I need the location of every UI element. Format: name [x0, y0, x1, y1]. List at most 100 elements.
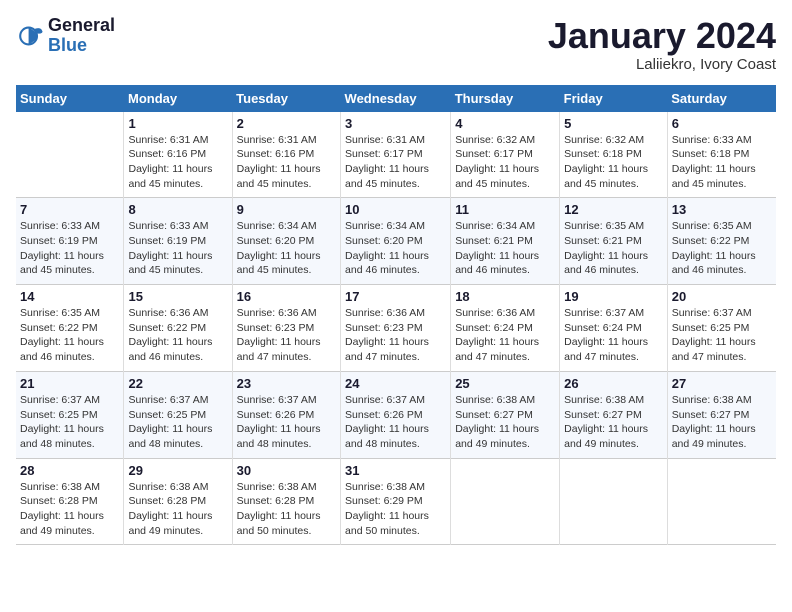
- day-number: 2: [237, 116, 336, 131]
- logo-text: General Blue: [48, 16, 115, 56]
- day-info: Sunrise: 6:37 AMSunset: 6:24 PMDaylight:…: [564, 306, 663, 365]
- day-number: 3: [345, 116, 446, 131]
- day-info: Sunrise: 6:32 AMSunset: 6:17 PMDaylight:…: [455, 133, 555, 192]
- page-header: General Blue January 2024 Laliiekro, Ivo…: [16, 16, 776, 73]
- day-number: 15: [128, 289, 227, 304]
- weekday-header-friday: Friday: [560, 85, 668, 112]
- weekday-header-row: SundayMondayTuesdayWednesdayThursdayFrid…: [16, 85, 776, 112]
- day-number: 12: [564, 202, 663, 217]
- calendar-cell: 11 Sunrise: 6:34 AMSunset: 6:21 PMDayligh…: [451, 198, 560, 285]
- day-info: Sunrise: 6:31 AMSunset: 6:16 PMDaylight:…: [237, 133, 336, 192]
- calendar-cell: 21Sunrise: 6:37 AMSunset: 6:25 PMDayligh…: [16, 371, 124, 458]
- calendar-cell: 30 Sunrise: 6:38 AMSunset: 6:28 PMDayligh…: [232, 458, 340, 545]
- calendar-cell: [560, 458, 668, 545]
- calendar-cell: 29Sunrise: 6:38 AMSunset: 6:28 PMDayligh…: [124, 458, 232, 545]
- calendar-cell: 9Sunrise: 6:34 AMSunset: 6:20 PMDaylight…: [232, 198, 340, 285]
- day-info: Sunrise: 6:33 AMSunset: 6:19 PMDaylight:…: [128, 219, 227, 278]
- calendar-cell: 12 Sunrise: 6:35 AMSunset: 6:21 PMDayligh…: [560, 198, 668, 285]
- calendar-cell: 28 Sunrise: 6:38 AMSunset: 6:28 PMDayligh…: [16, 458, 124, 545]
- weekday-header-sunday: Sunday: [16, 85, 124, 112]
- calendar-cell: 26 Sunrise: 6:38 AMSunset: 6:27 PMDayligh…: [560, 371, 668, 458]
- title-block: January 2024 Laliiekro, Ivory Coast: [548, 16, 776, 73]
- calendar-cell: [667, 458, 776, 545]
- day-info: Sunrise: 6:37 AMSunset: 6:25 PMDaylight:…: [20, 393, 119, 452]
- day-info: Sunrise: 6:36 AMSunset: 6:24 PMDaylight:…: [455, 306, 555, 365]
- calendar-cell: 5 Sunrise: 6:32 AMSunset: 6:18 PMDaylight…: [560, 112, 668, 198]
- day-info: Sunrise: 6:38 AMSunset: 6:27 PMDaylight:…: [564, 393, 663, 452]
- calendar-week-row: 1 Sunrise: 6:31 AMSunset: 6:16 PMDaylight…: [16, 112, 776, 198]
- day-info: Sunrise: 6:37 AMSunset: 6:26 PMDaylight:…: [237, 393, 336, 452]
- day-info: Sunrise: 6:33 AMSunset: 6:19 PMDaylight:…: [20, 219, 119, 278]
- day-number: 23: [237, 376, 336, 391]
- day-info: Sunrise: 6:36 AMSunset: 6:23 PMDaylight:…: [345, 306, 446, 365]
- day-number: 29: [128, 463, 227, 478]
- day-info: Sunrise: 6:31 AMSunset: 6:17 PMDaylight:…: [345, 133, 446, 192]
- day-info: Sunrise: 6:34 AMSunset: 6:20 PMDaylight:…: [237, 219, 336, 278]
- calendar-week-row: 14 Sunrise: 6:35 AMSunset: 6:22 PMDayligh…: [16, 285, 776, 372]
- calendar-cell: 1Sunrise: 6:31 AMSunset: 6:16 PMDaylight…: [124, 112, 232, 198]
- day-number: 30: [237, 463, 336, 478]
- weekday-header-saturday: Saturday: [667, 85, 776, 112]
- calendar-cell: 4 Sunrise: 6:32 AMSunset: 6:17 PMDaylight…: [451, 112, 560, 198]
- logo-line1: General: [48, 16, 115, 36]
- calendar-week-row: 7Sunrise: 6:33 AMSunset: 6:19 PMDaylight…: [16, 198, 776, 285]
- weekday-header-thursday: Thursday: [451, 85, 560, 112]
- calendar-cell: 8Sunrise: 6:33 AMSunset: 6:19 PMDaylight…: [124, 198, 232, 285]
- day-number: 22: [128, 376, 227, 391]
- calendar-cell: 23 Sunrise: 6:37 AMSunset: 6:26 PMDayligh…: [232, 371, 340, 458]
- day-number: 14: [20, 289, 119, 304]
- calendar-cell: 7Sunrise: 6:33 AMSunset: 6:19 PMDaylight…: [16, 198, 124, 285]
- calendar-cell: 3 Sunrise: 6:31 AMSunset: 6:17 PMDaylight…: [341, 112, 451, 198]
- day-info: Sunrise: 6:35 AMSunset: 6:22 PMDaylight:…: [672, 219, 772, 278]
- calendar-week-row: 28 Sunrise: 6:38 AMSunset: 6:28 PMDayligh…: [16, 458, 776, 545]
- day-info: Sunrise: 6:37 AMSunset: 6:25 PMDaylight:…: [672, 306, 772, 365]
- day-number: 18: [455, 289, 555, 304]
- calendar-cell: 31Sunrise: 6:38 AMSunset: 6:29 PMDayligh…: [341, 458, 451, 545]
- day-number: 10: [345, 202, 446, 217]
- calendar-subtitle: Laliiekro, Ivory Coast: [548, 56, 776, 73]
- day-info: Sunrise: 6:36 AMSunset: 6:22 PMDaylight:…: [128, 306, 227, 365]
- calendar-cell: 27 Sunrise: 6:38 AMSunset: 6:27 PMDayligh…: [667, 371, 776, 458]
- day-info: Sunrise: 6:32 AMSunset: 6:18 PMDaylight:…: [564, 133, 663, 192]
- day-info: Sunrise: 6:38 AMSunset: 6:29 PMDaylight:…: [345, 480, 446, 539]
- day-info: Sunrise: 6:34 AMSunset: 6:21 PMDaylight:…: [455, 219, 555, 278]
- day-info: Sunrise: 6:33 AMSunset: 6:18 PMDaylight:…: [672, 133, 772, 192]
- day-number: 19: [564, 289, 663, 304]
- calendar-cell: 24Sunrise: 6:37 AMSunset: 6:26 PMDayligh…: [341, 371, 451, 458]
- calendar-cell: 6Sunrise: 6:33 AMSunset: 6:18 PMDaylight…: [667, 112, 776, 198]
- day-number: 4: [455, 116, 555, 131]
- calendar-week-row: 21Sunrise: 6:37 AMSunset: 6:25 PMDayligh…: [16, 371, 776, 458]
- day-info: Sunrise: 6:35 AMSunset: 6:22 PMDaylight:…: [20, 306, 119, 365]
- calendar-cell: 17Sunrise: 6:36 AMSunset: 6:23 PMDayligh…: [341, 285, 451, 372]
- calendar-cell: 22Sunrise: 6:37 AMSunset: 6:25 PMDayligh…: [124, 371, 232, 458]
- calendar-cell: 15 Sunrise: 6:36 AMSunset: 6:22 PMDayligh…: [124, 285, 232, 372]
- day-number: 27: [672, 376, 772, 391]
- day-info: Sunrise: 6:38 AMSunset: 6:28 PMDaylight:…: [237, 480, 336, 539]
- logo-icon: [16, 22, 44, 50]
- calendar-cell: 16 Sunrise: 6:36 AMSunset: 6:23 PMDayligh…: [232, 285, 340, 372]
- day-info: Sunrise: 6:38 AMSunset: 6:27 PMDaylight:…: [672, 393, 772, 452]
- calendar-cell: 20 Sunrise: 6:37 AMSunset: 6:25 PMDayligh…: [667, 285, 776, 372]
- day-number: 28: [20, 463, 119, 478]
- weekday-header-monday: Monday: [124, 85, 232, 112]
- day-number: 1: [128, 116, 227, 131]
- day-number: 5: [564, 116, 663, 131]
- calendar-cell: [451, 458, 560, 545]
- weekday-header-wednesday: Wednesday: [341, 85, 451, 112]
- calendar-cell: 25Sunrise: 6:38 AMSunset: 6:27 PMDayligh…: [451, 371, 560, 458]
- calendar-cell: [16, 112, 124, 198]
- day-info: Sunrise: 6:38 AMSunset: 6:28 PMDaylight:…: [20, 480, 119, 539]
- day-number: 20: [672, 289, 772, 304]
- day-number: 16: [237, 289, 336, 304]
- day-info: Sunrise: 6:37 AMSunset: 6:26 PMDaylight:…: [345, 393, 446, 452]
- day-number: 13: [672, 202, 772, 217]
- day-info: Sunrise: 6:36 AMSunset: 6:23 PMDaylight:…: [237, 306, 336, 365]
- calendar-title: January 2024: [548, 16, 776, 56]
- calendar-cell: 19 Sunrise: 6:37 AMSunset: 6:24 PMDayligh…: [560, 285, 668, 372]
- calendar-cell: 13 Sunrise: 6:35 AMSunset: 6:22 PMDayligh…: [667, 198, 776, 285]
- weekday-header-tuesday: Tuesday: [232, 85, 340, 112]
- logo: General Blue: [16, 16, 115, 56]
- day-number: 11: [455, 202, 555, 217]
- day-info: Sunrise: 6:35 AMSunset: 6:21 PMDaylight:…: [564, 219, 663, 278]
- day-number: 26: [564, 376, 663, 391]
